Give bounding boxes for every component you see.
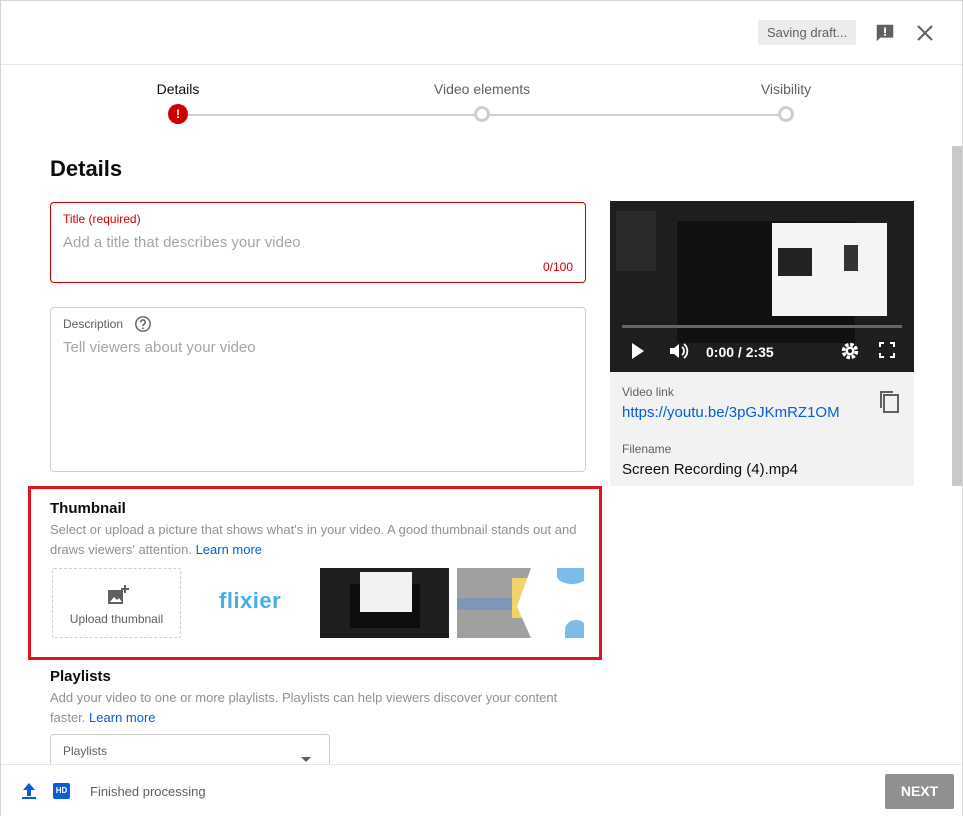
stepper-line [186,114,474,116]
video-preview-card: 0:00 / 2:35 Video link https://youtu.be/… [610,201,914,486]
video-frame-thumb [844,245,858,271]
video-progress-bar[interactable] [622,325,902,328]
step-details-error-icon[interactable]: ! [168,104,188,124]
close-icon [917,25,933,41]
filename-label: Filename [622,442,672,456]
upload-icon[interactable] [21,782,37,800]
saving-status-chip: Saving draft... [758,20,857,45]
upload-stepper: Details Video elements Visibility ! [1,65,962,135]
playlists-title: Playlists [50,668,111,685]
hd-badge-icon[interactable]: HD [53,783,70,799]
description-field[interactable]: Description [50,307,586,472]
video-controls: 0:00 / 2:35 [610,336,914,366]
video-frame-window [772,223,887,316]
play-icon[interactable] [630,341,646,361]
step-details-label[interactable]: Details [157,81,200,97]
copy-icon[interactable] [878,389,902,415]
video-frame-sidepanel [616,211,656,271]
feedback-icon [876,24,894,42]
title-field[interactable]: Title (required) 0/100 [50,202,586,283]
video-player[interactable]: 0:00 / 2:35 [610,201,914,372]
title-field-label: Title (required) [63,212,141,226]
processing-status: Finished processing [90,784,206,799]
dialog-header: Saving draft... [1,1,962,65]
playlists-description: Add your video to one or more playlists.… [50,688,590,728]
settings-gear-icon[interactable] [840,341,860,361]
chevron-down-icon [301,757,311,762]
step-video-elements-label[interactable]: Video elements [434,81,530,97]
title-input[interactable] [63,234,573,251]
step-visibility-label[interactable]: Visibility [761,81,811,97]
step-visibility-dot[interactable] [778,106,794,122]
description-field-label: Description [63,317,124,331]
close-button[interactable] [911,19,939,47]
playlists-select-label: Playlists [63,744,108,758]
video-frame-thumb [778,248,812,276]
video-time: 0:00 / 2:35 [706,344,774,360]
fullscreen-icon[interactable] [878,341,896,359]
upload-dialog: Saving draft... Details Video elements V… [0,0,963,816]
step-video-elements-dot[interactable] [474,106,490,122]
page-title: Details [50,156,123,181]
feedback-button[interactable] [871,19,899,47]
description-input[interactable] [63,339,573,449]
scrollbar-thumb[interactable] [952,146,962,486]
stepper-line [490,114,778,116]
video-link-label: Video link [622,385,674,399]
volume-icon[interactable] [668,341,690,361]
video-link[interactable]: https://youtu.be/3pGJKmRZ1OM [622,404,840,421]
dialog-footer: HD Finished processing NEXT [1,764,962,816]
playlists-learn-more-link[interactable]: Learn more [89,710,155,725]
thumbnail-highlight-box [28,486,602,660]
help-icon[interactable] [134,315,152,333]
next-button[interactable]: NEXT [885,774,954,809]
title-char-counter: 0/100 [542,260,573,274]
filename-value: Screen Recording (4).mp4 [622,461,798,478]
